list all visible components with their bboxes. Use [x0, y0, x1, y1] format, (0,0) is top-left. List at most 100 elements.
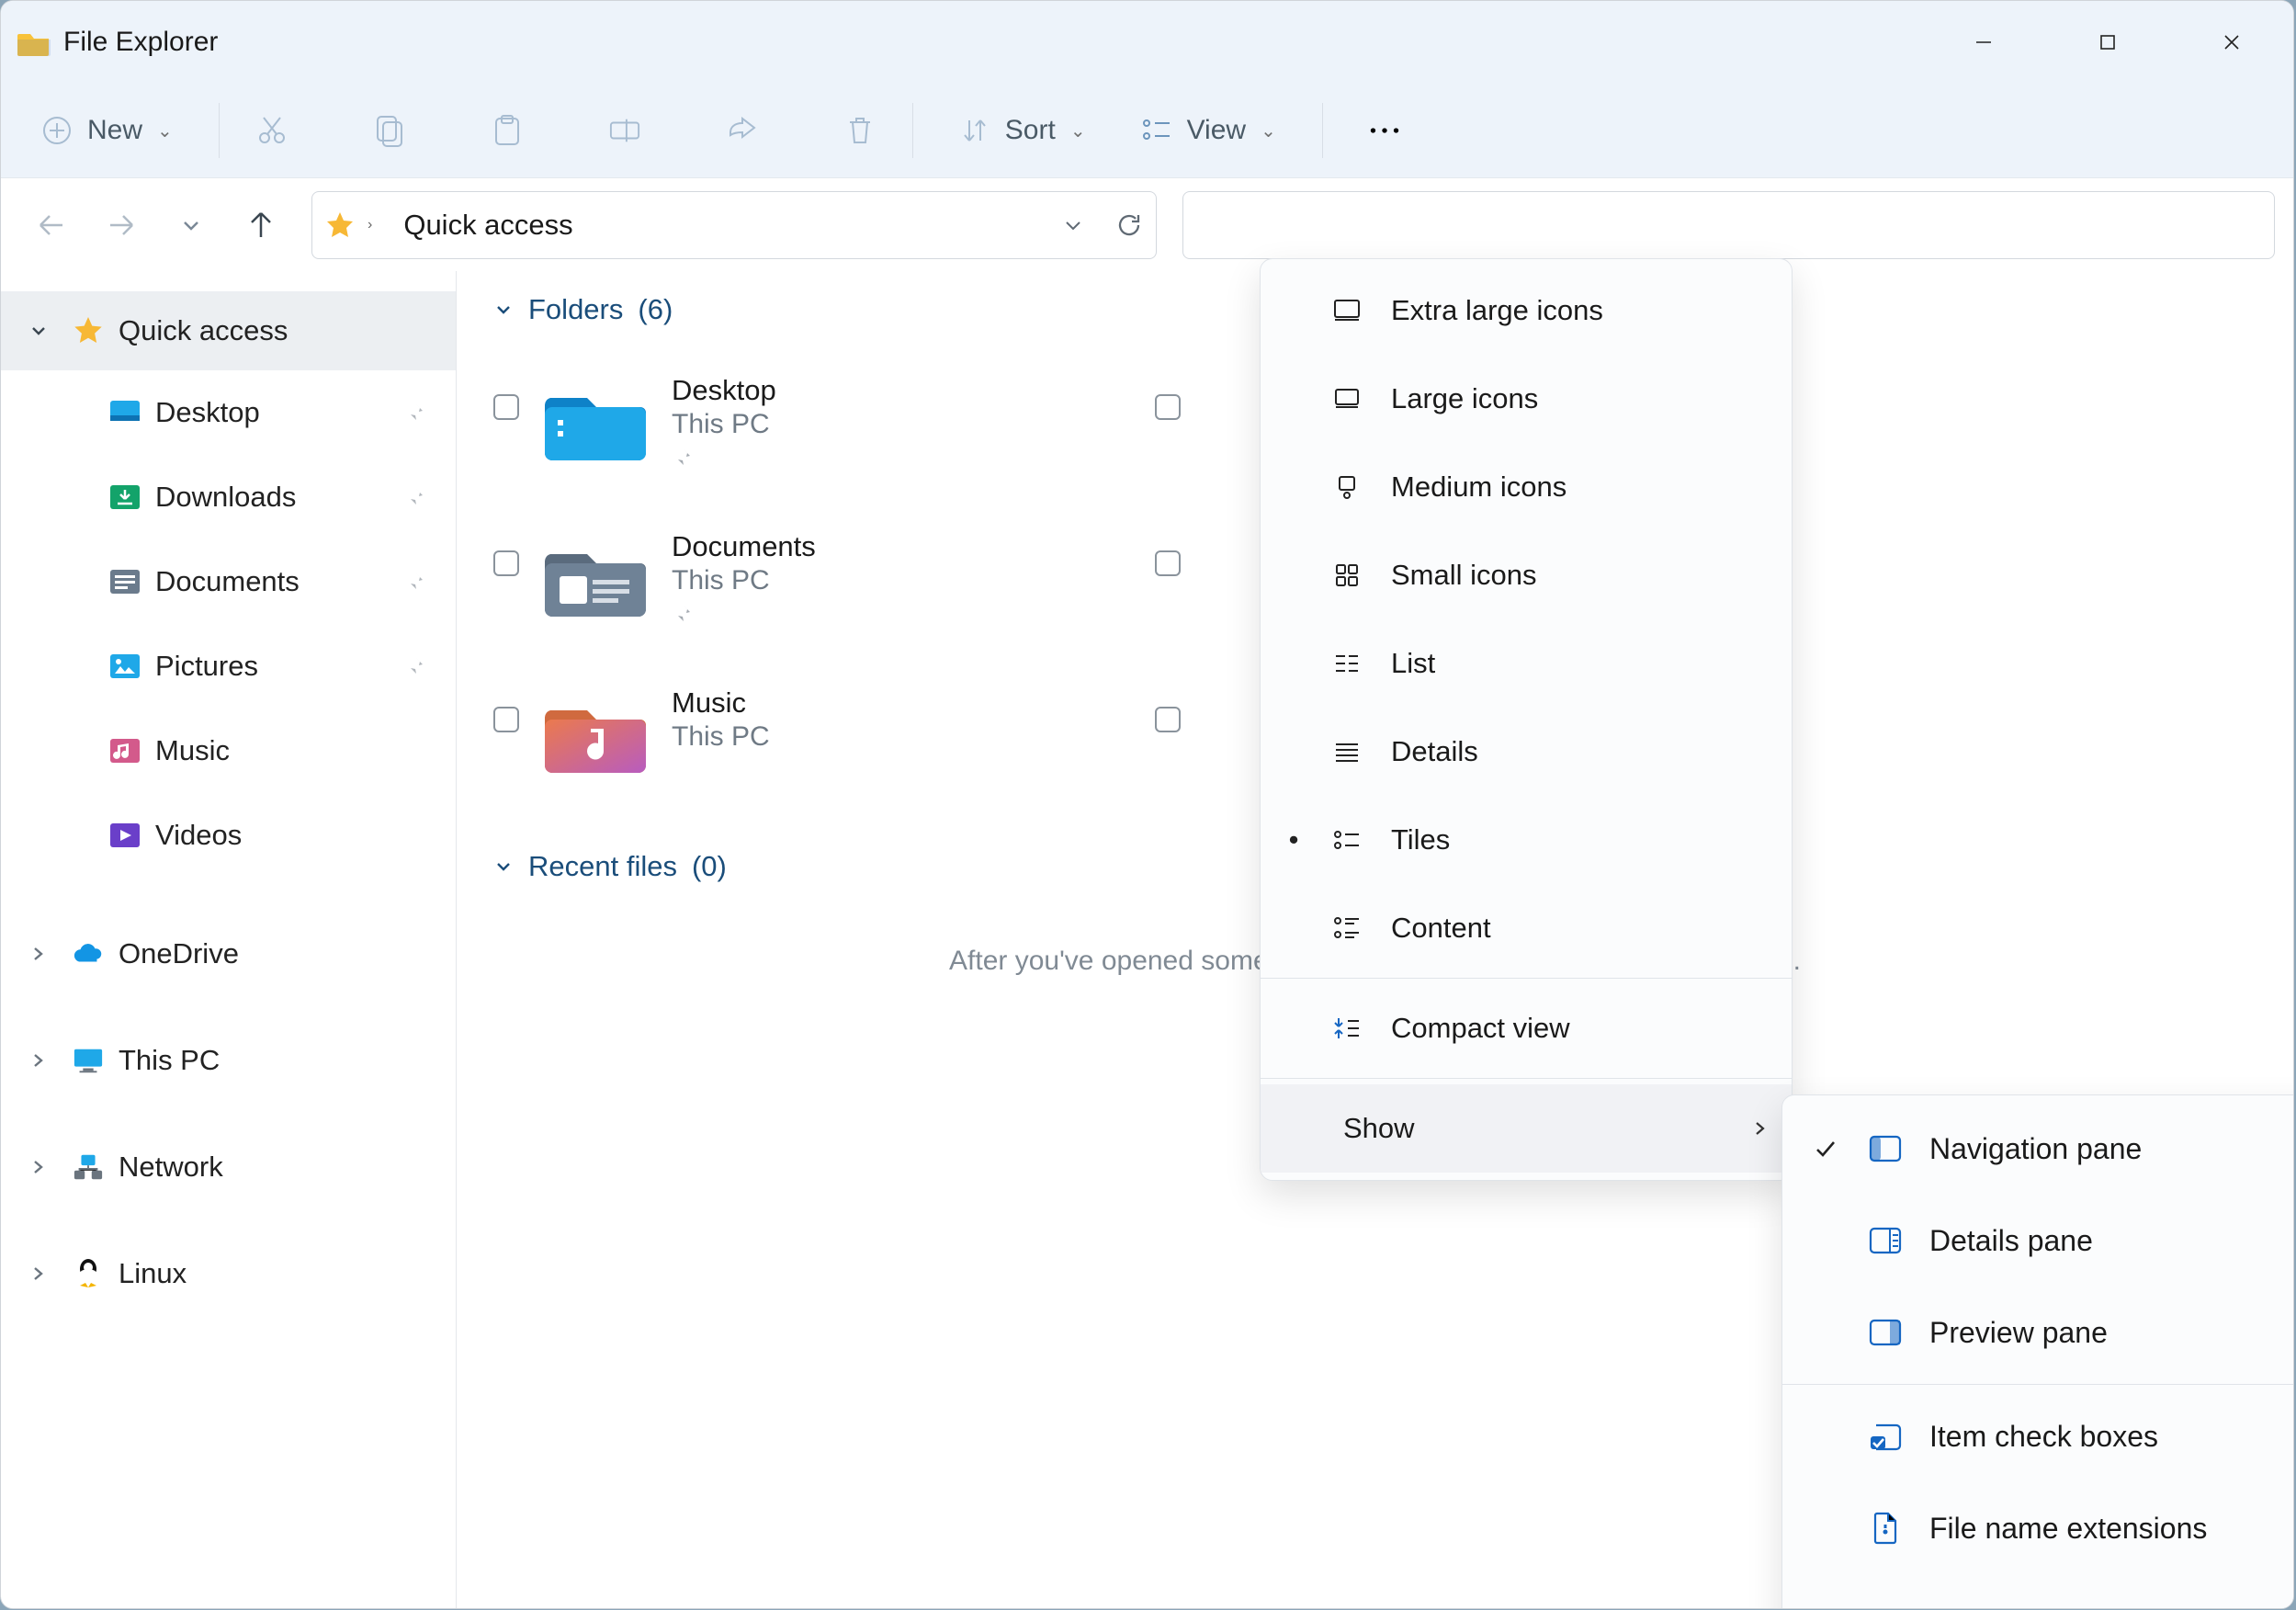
checkbox[interactable] [1155, 707, 1181, 732]
sidebar-network[interactable]: Network [1, 1128, 456, 1207]
view-menu: Extra large icons Large icons Medium ico… [1260, 258, 1793, 1181]
sidebar-linux[interactable]: Linux [1, 1234, 456, 1313]
recent-locations-button[interactable] [159, 193, 223, 257]
menu-label: Show [1343, 1112, 1415, 1145]
extra-large-icon [1330, 299, 1363, 323]
sidebar-item-pictures[interactable]: Pictures [1, 624, 456, 709]
network-icon [73, 1151, 104, 1183]
pin-icon [404, 402, 424, 423]
checkbox[interactable] [493, 550, 519, 576]
breadcrumb[interactable]: Quick access [385, 209, 591, 242]
documents-folder-icon [109, 566, 141, 597]
menu-label: Small icons [1391, 559, 1537, 592]
pictures-folder-icon [109, 651, 141, 682]
breadcrumb-location: Quick access [403, 209, 572, 242]
menu-label: Compact view [1391, 1012, 1570, 1045]
share-icon[interactable] [727, 115, 758, 146]
window-controls [1921, 1, 2293, 84]
checkbox[interactable] [493, 394, 519, 420]
new-button[interactable]: New ⌄ [32, 109, 182, 152]
star-icon [325, 210, 355, 240]
chevron-down-icon: ⌄ [157, 119, 173, 142]
back-button[interactable] [19, 193, 84, 257]
forward-button[interactable] [89, 193, 153, 257]
chevron-right-icon[interactable] [28, 1264, 58, 1283]
up-button[interactable] [229, 193, 293, 257]
sidebar-label: Quick access [119, 314, 288, 347]
details-icon [1330, 742, 1363, 762]
chevron-down-icon [493, 856, 514, 877]
paste-icon[interactable] [492, 115, 523, 146]
chevron-down-icon[interactable] [28, 321, 58, 341]
chevron-right-icon[interactable] [28, 1051, 58, 1070]
chevron-right-icon[interactable] [28, 945, 58, 963]
checkbox[interactable] [1155, 550, 1181, 576]
submenu-label: Navigation pane [1929, 1132, 2142, 1166]
tile-location: This PC [672, 565, 816, 596]
desktop-folder-icon [545, 380, 646, 462]
sidebar-label: Documents [155, 565, 300, 598]
submenu-file-extensions[interactable]: File name extensions [1782, 1482, 2294, 1574]
tiles-icon [1330, 829, 1363, 851]
details-pane-icon [1867, 1227, 1904, 1254]
sidebar-this-pc[interactable]: This PC [1, 1021, 456, 1100]
tile-documents[interactable]: Documents This PC [493, 510, 1118, 657]
close-button[interactable] [2169, 1, 2293, 84]
submenu-label: Hidden items [1929, 1604, 2101, 1610]
submenu-item-check-boxes[interactable]: Item check boxes [1782, 1390, 2294, 1482]
sidebar-item-desktop[interactable]: Desktop [1, 370, 456, 455]
pin-icon [404, 656, 424, 676]
compact-icon [1330, 1016, 1363, 1040]
checkbox[interactable] [493, 707, 519, 732]
sidebar-item-documents[interactable]: Documents [1, 539, 456, 624]
chevron-right-icon[interactable] [28, 1158, 58, 1176]
sidebar-item-videos[interactable]: Videos [1, 793, 456, 878]
menu-item-show[interactable]: Show [1261, 1084, 1792, 1173]
sidebar-onedrive[interactable]: OneDrive [1, 914, 456, 993]
plus-circle-icon [41, 115, 73, 146]
submenu-label: Item check boxes [1929, 1420, 2158, 1454]
menu-item-tiles[interactable]: • Tiles [1261, 796, 1792, 884]
submenu-navigation-pane[interactable]: Navigation pane [1782, 1103, 2294, 1195]
chevron-down-icon[interactable] [1062, 214, 1084, 236]
submenu-hidden-items[interactable]: Hidden items [1782, 1574, 2294, 1609]
menu-item-list[interactable]: List [1261, 619, 1792, 708]
menu-item-extra-large[interactable]: Extra large icons [1261, 266, 1792, 355]
minimize-button[interactable] [1921, 1, 2045, 84]
sidebar-item-music[interactable]: Music [1, 709, 456, 793]
rename-icon[interactable] [609, 115, 640, 146]
menu-item-details[interactable]: Details [1261, 708, 1792, 796]
sidebar-label: Pictures [155, 650, 258, 683]
sidebar-label: Linux [119, 1257, 187, 1290]
tile-music[interactable]: Music This PC [493, 666, 1118, 813]
window-title: File Explorer [63, 27, 218, 58]
sidebar-quick-access[interactable]: Quick access [1, 291, 456, 370]
copy-icon[interactable] [374, 115, 405, 146]
address-bar[interactable]: › Quick access [311, 191, 1157, 259]
search-box[interactable] [1182, 191, 2275, 259]
delete-icon[interactable] [844, 115, 876, 146]
refresh-icon[interactable] [1115, 211, 1143, 239]
menu-item-large[interactable]: Large icons [1261, 355, 1792, 443]
more-button[interactable] [1360, 109, 1409, 152]
submenu-preview-pane[interactable]: Preview pane [1782, 1287, 2294, 1378]
sidebar-label: Downloads [155, 481, 296, 514]
submenu-details-pane[interactable]: Details pane [1782, 1195, 2294, 1287]
new-label: New [87, 115, 142, 146]
maximize-button[interactable] [2045, 1, 2169, 84]
sort-button[interactable]: Sort ⌄ [950, 109, 1095, 152]
menu-item-content[interactable]: Content [1261, 884, 1792, 972]
menu-item-medium[interactable]: Medium icons [1261, 443, 1792, 531]
tile-desktop[interactable]: Desktop This PC [493, 354, 1118, 501]
sort-label: Sort [1005, 115, 1056, 146]
sidebar-item-downloads[interactable]: Downloads [1, 455, 456, 539]
checkbox[interactable] [1155, 394, 1181, 420]
folders-label: Folders [528, 293, 623, 326]
sidebar-label: Videos [155, 819, 242, 852]
menu-item-small[interactable]: Small icons [1261, 531, 1792, 619]
documents-folder-icon [545, 536, 646, 618]
menu-label: Medium icons [1391, 471, 1566, 504]
view-button[interactable]: View ⌄ [1132, 109, 1285, 152]
menu-item-compact[interactable]: Compact view [1261, 984, 1792, 1072]
cut-icon[interactable] [256, 115, 288, 146]
